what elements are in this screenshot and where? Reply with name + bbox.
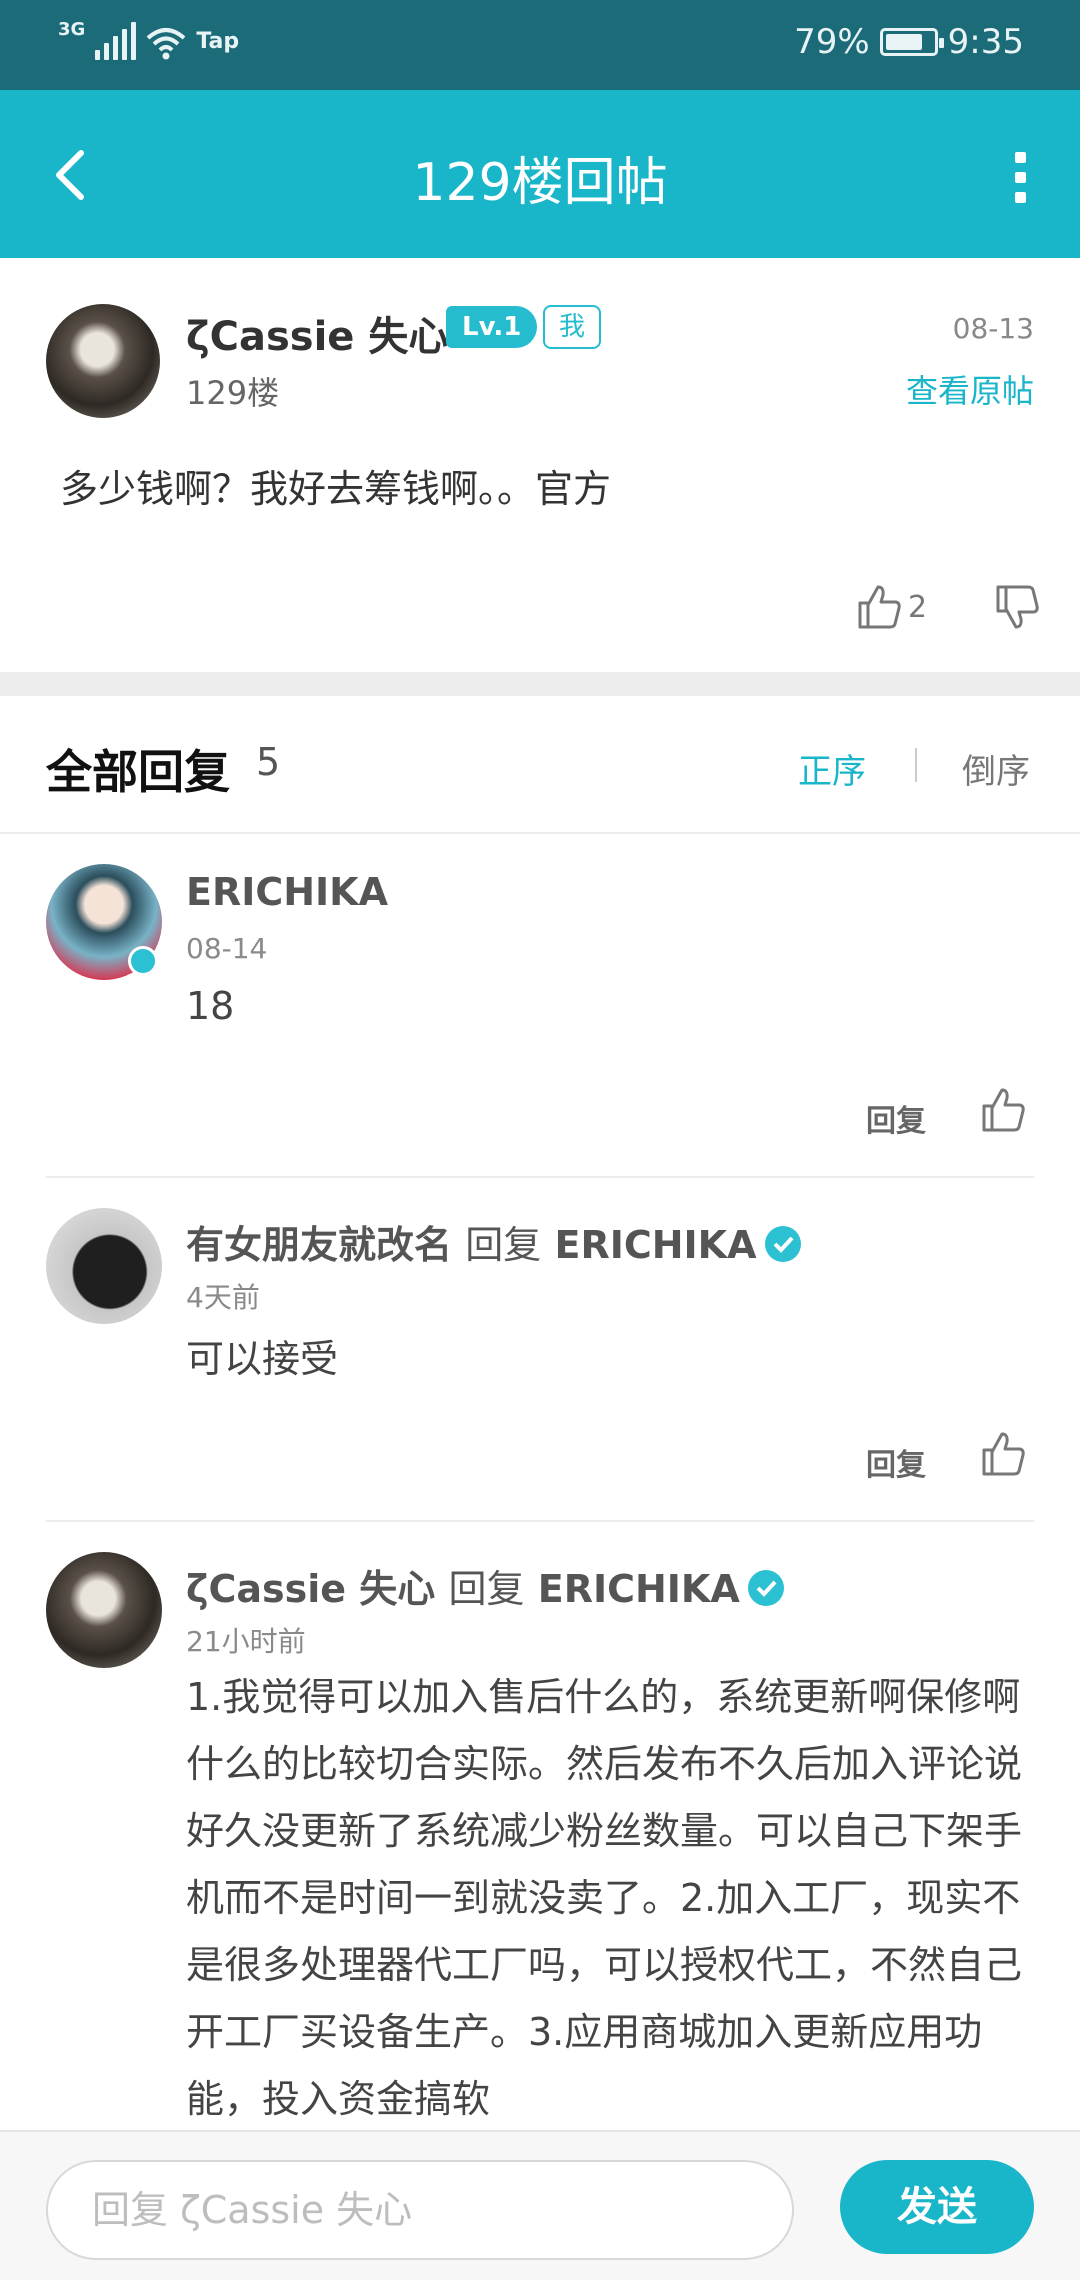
reply-button[interactable]: 回复 — [866, 1096, 926, 1140]
dislike-button[interactable] — [994, 583, 1040, 635]
signal-icon — [95, 22, 137, 60]
reply-author-line: 有女朋友就改名 回复 ERICHIKA — [186, 1214, 801, 1269]
reply-item: ERICHIKA 08-14 18 回复 — [0, 834, 1080, 1178]
battery-percent: 79% — [794, 22, 870, 62]
reply-time: 4天前 — [186, 1281, 260, 1314]
reply-author-line: ζCassie 失心 回复 ERICHIKA — [186, 1558, 784, 1613]
level-badge: Lv.1 — [446, 306, 538, 348]
reply-time: 08-14 — [186, 932, 268, 965]
sort-separator — [915, 748, 917, 782]
verified-icon — [128, 946, 158, 976]
reply-word: 回复 — [448, 1567, 525, 1611]
more-dot — [1014, 191, 1026, 203]
replies-count: 5 — [256, 740, 281, 784]
reply-author[interactable]: ERICHIKA — [186, 870, 388, 914]
more-vertical-icon — [1014, 151, 1026, 163]
status-left: 3G Tap — [58, 19, 240, 60]
sort-descending-tab[interactable]: 倒序 — [962, 744, 1030, 793]
reply-bar: 发送 — [0, 2130, 1080, 2280]
avatar[interactable] — [46, 1552, 162, 1668]
avatar[interactable] — [46, 304, 160, 418]
avatar[interactable] — [46, 1208, 162, 1324]
app-header: 129楼回帖 — [0, 90, 1080, 258]
thumbs-up-icon — [858, 585, 901, 629]
reply-content: 可以接受 — [186, 1337, 339, 1381]
reply-button[interactable]: 回复 — [866, 1440, 926, 1484]
like-button[interactable] — [980, 1430, 1026, 1482]
like-count: 2 — [908, 589, 928, 625]
like-button[interactable] — [980, 1086, 1026, 1138]
battery-icon — [879, 28, 944, 56]
more-dot — [1014, 171, 1026, 183]
send-button[interactable]: 发送 — [840, 2160, 1034, 2254]
post-content: 多少钱啊？我好去筹钱啊。。官方 — [60, 467, 612, 511]
battery-level — [885, 34, 922, 50]
reply-to-user[interactable]: ERICHIKA — [538, 1567, 740, 1611]
network-type: 3G — [58, 19, 86, 40]
reply-author[interactable]: ζCassie 失心 — [186, 1567, 435, 1611]
post-author[interactable]: ζCassie 失心 — [186, 304, 448, 362]
reply-item: 有女朋友就改名 回复 ERICHIKA 4天前 可以接受 回复 — [0, 1178, 1080, 1522]
original-post: ζCassie 失心 Lv.1 我 129楼 08-13 查看原帖 多少钱啊？我… — [0, 258, 1080, 672]
clock: 9:35 — [947, 22, 1024, 62]
replies-header: 全部回复 5 正序 倒序 — [0, 696, 1080, 834]
reply-author[interactable]: 有女朋友就改名 — [186, 1223, 452, 1267]
view-original-post-link[interactable]: 查看原帖 — [906, 366, 1034, 412]
replies-title: 全部回复 — [46, 745, 230, 799]
reply-time: 21小时前 — [186, 1625, 306, 1658]
sort-ascending-tab[interactable]: 正序 — [798, 744, 866, 793]
me-badge: 我 — [543, 305, 601, 349]
thumbs-down-icon — [996, 585, 1039, 629]
verified-icon — [747, 1570, 784, 1606]
like-button[interactable]: 2 — [856, 583, 927, 631]
reply-input[interactable] — [46, 2160, 794, 2260]
thumbs-up-icon — [982, 1432, 1025, 1476]
reply-word: 回复 — [465, 1223, 542, 1267]
reply-item: ζCassie 失心 回复 ERICHIKA 21小时前 1.我觉得可以加入售后… — [0, 1522, 1080, 2130]
post-floor: 129楼 — [186, 374, 280, 412]
thumbs-up-icon — [982, 1088, 1025, 1132]
more-button[interactable] — [1000, 142, 1040, 212]
status-right: 79% 9:35 — [794, 22, 1024, 62]
post-date: 08-13 — [952, 312, 1034, 345]
wifi-icon — [146, 28, 186, 60]
status-bar: 3G Tap 79% 9:35 — [0, 0, 1080, 90]
verified-icon — [764, 1226, 801, 1262]
reply-content: 18 — [186, 984, 235, 1028]
section-divider — [0, 672, 1080, 696]
app-indicator: Tap — [196, 29, 240, 54]
page-title: 129楼回帖 — [412, 153, 668, 213]
reply-to-user[interactable]: ERICHIKA — [555, 1223, 757, 1267]
reply-content: 1.我觉得可以加入售后什么的，系统更新啊保修啊什么的比较切合实际。然后发布不久后… — [186, 1675, 1023, 2121]
